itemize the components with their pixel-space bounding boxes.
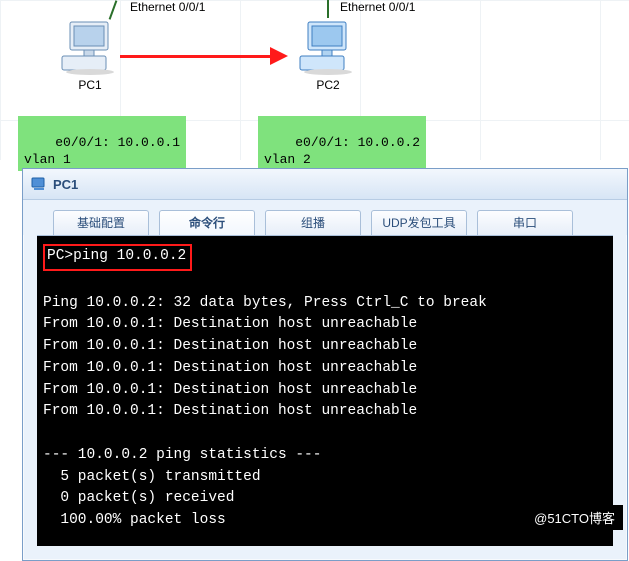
pc1-node[interactable]: PC1 — [55, 18, 125, 92]
pc-icon — [60, 18, 120, 76]
tab-multicast[interactable]: 组播 — [265, 210, 361, 235]
pc2-cfg-line1: e0/0/1: 10.0.0.2 — [295, 135, 420, 150]
pc-icon — [298, 18, 358, 76]
pc1-eth-label: Ethernet 0/0/1 — [130, 0, 205, 14]
pc2-eth-label: Ethernet 0/0/1 — [340, 0, 415, 14]
tab-cli[interactable]: 命令行 — [159, 210, 255, 235]
watermark: @51CTO博客 — [526, 505, 623, 530]
cli-console[interactable]: PC>ping 10.0.0.2 Ping 10.0.0.2: 32 data … — [37, 235, 613, 546]
window-title: PC1 — [53, 177, 78, 192]
pc2-cfg-line2: vlan 2 — [264, 152, 311, 167]
pc1-uplink-wire — [109, 0, 118, 19]
topology-canvas: Ethernet 0/0/1 Ethernet 0/0/1 PC1 PC2 e0… — [0, 0, 629, 160]
pc1-label: PC1 — [55, 78, 125, 92]
pc2-config-box: e0/0/1: 10.0.0.2 vlan 2 — [258, 116, 426, 171]
app-icon — [31, 176, 47, 192]
pc1-cfg-line2: vlan 1 — [24, 152, 71, 167]
tab-udp-tool[interactable]: UDP发包工具 — [371, 210, 467, 235]
tab-serial[interactable]: 串口 — [477, 210, 573, 235]
ping-command-highlight: PC>ping 10.0.0.2 — [43, 244, 192, 271]
pc2-node[interactable]: PC2 — [293, 18, 363, 92]
pc2-label: PC2 — [293, 78, 363, 92]
tab-bar: 基础配置 命令行 组播 UDP发包工具 串口 — [23, 200, 627, 235]
pc1-config-box: e0/0/1: 10.0.0.1 vlan 1 — [18, 116, 186, 171]
pc1-cfg-line1: e0/0/1: 10.0.0.1 — [55, 135, 180, 150]
traffic-arrow — [120, 46, 290, 66]
tab-basic[interactable]: 基础配置 — [53, 210, 149, 235]
pc2-uplink-wire — [327, 0, 329, 18]
window-titlebar[interactable]: PC1 — [23, 169, 627, 200]
pc1-terminal-window: PC1 基础配置 命令行 组播 UDP发包工具 串口 PC>ping 10.0.… — [22, 168, 628, 561]
